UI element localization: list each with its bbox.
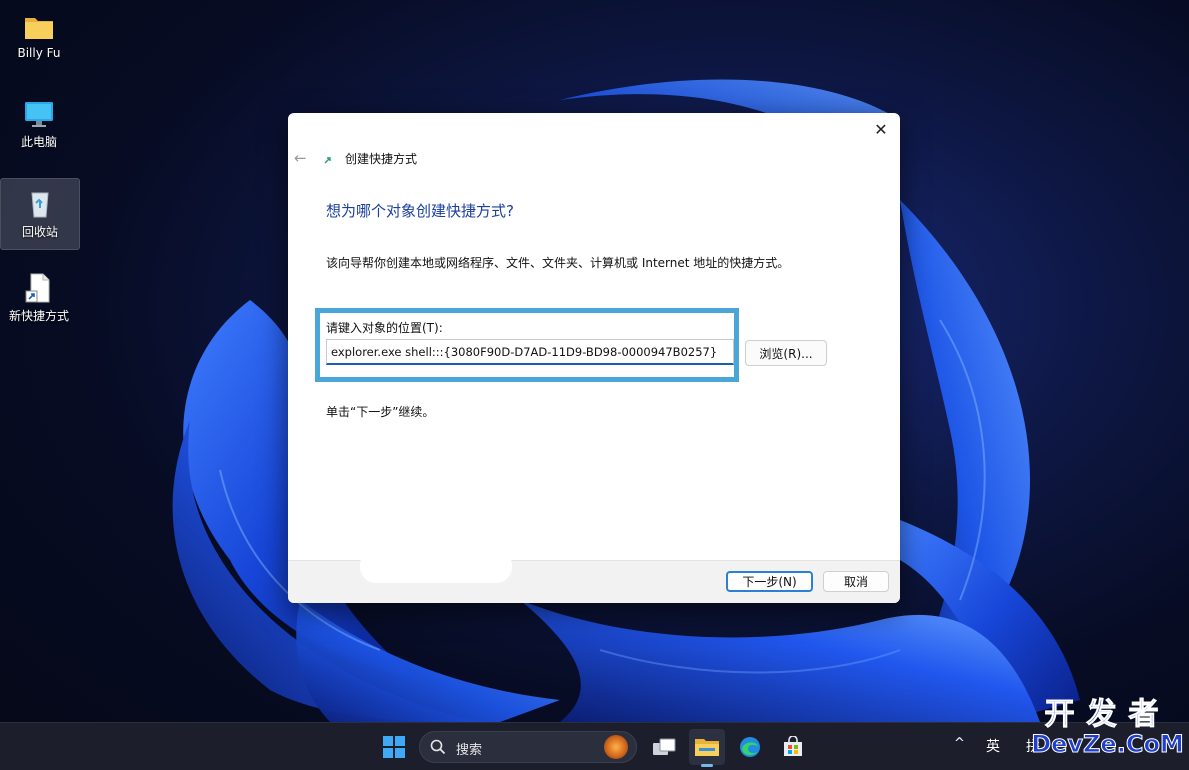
ime-language-indicator[interactable]: 英: [986, 736, 1000, 756]
back-button[interactable]: ←: [294, 149, 312, 167]
desktop-icon-recycle-bin[interactable]: 回收站: [0, 178, 80, 250]
edge-icon: [740, 737, 760, 757]
back-arrow-icon: ←: [294, 149, 307, 167]
search-highlight-icon: [604, 735, 628, 759]
desktop-icon-this-pc[interactable]: 此电脑: [0, 89, 78, 159]
task-view-icon: [653, 738, 676, 755]
location-label: 请键入对象的位置(T):: [326, 321, 443, 335]
continue-hint: 单击“下一步”继续。: [326, 405, 435, 419]
create-shortcut-dialog: ✕ ← 创建快捷方式 想为哪个对象创建快捷方式? 该向导帮你创建本地或网络程序、…: [288, 113, 900, 603]
microsoft-store-button[interactable]: [775, 729, 811, 765]
recycle-bin-icon: [31, 192, 49, 218]
edge-browser-button[interactable]: [732, 729, 768, 765]
close-icon: ✕: [874, 119, 888, 139]
watermark-text-top: 开发者: [1044, 697, 1171, 732]
cancel-button[interactable]: 取消: [823, 571, 889, 592]
computer-icon: [25, 102, 53, 127]
desktop-icon-new-shortcut[interactable]: 新快捷方式: [0, 263, 78, 333]
shortcut-arrow-icon: [324, 157, 331, 164]
desktop-icon-label: Billy Fu: [17, 46, 61, 60]
redaction-blot: [360, 549, 512, 583]
watermark-text-bottom: DevZe.CoM: [1031, 730, 1185, 758]
running-app-indicator: [701, 764, 713, 767]
browse-button[interactable]: 浏览(R)...: [745, 340, 827, 366]
shortcut-file-icon: [25, 273, 50, 303]
task-view-button[interactable]: [646, 729, 682, 765]
file-explorer-icon: [695, 739, 719, 756]
close-button[interactable]: ✕: [868, 117, 894, 141]
location-input[interactable]: [326, 339, 734, 365]
site-watermark: 开发者 DevZe.CoM: [1030, 697, 1185, 758]
page-heading: 想为哪个对象创建快捷方式?: [326, 202, 514, 220]
show-hidden-icons-button[interactable]: ^: [954, 736, 965, 751]
taskbar: 搜索: [0, 722, 1189, 770]
next-button[interactable]: 下一步(N): [726, 571, 813, 592]
search-icon: [430, 739, 446, 755]
search-placeholder: 搜索: [456, 743, 483, 758]
store-icon: [784, 736, 802, 756]
start-button[interactable]: [376, 729, 412, 765]
windows-logo-icon: [383, 736, 405, 758]
desktop-icon-label: 此电脑: [20, 135, 57, 149]
wizard-description: 该向导帮你创建本地或网络程序、文件、文件夹、计算机或 Internet 地址的快…: [326, 256, 790, 270]
file-explorer-button[interactable]: [689, 729, 725, 765]
folder-icon: [25, 18, 53, 39]
desktop-icon-label: 新快捷方式: [8, 309, 69, 323]
dialog-footer: 下一步(N) 取消: [288, 549, 900, 603]
desktop-icon-label: 回收站: [21, 225, 58, 239]
wizard-title: 创建快捷方式: [345, 152, 418, 166]
desktop-icon-user-folder[interactable]: Billy Fu: [0, 2, 78, 72]
taskbar-search-box[interactable]: 搜索: [419, 731, 637, 763]
